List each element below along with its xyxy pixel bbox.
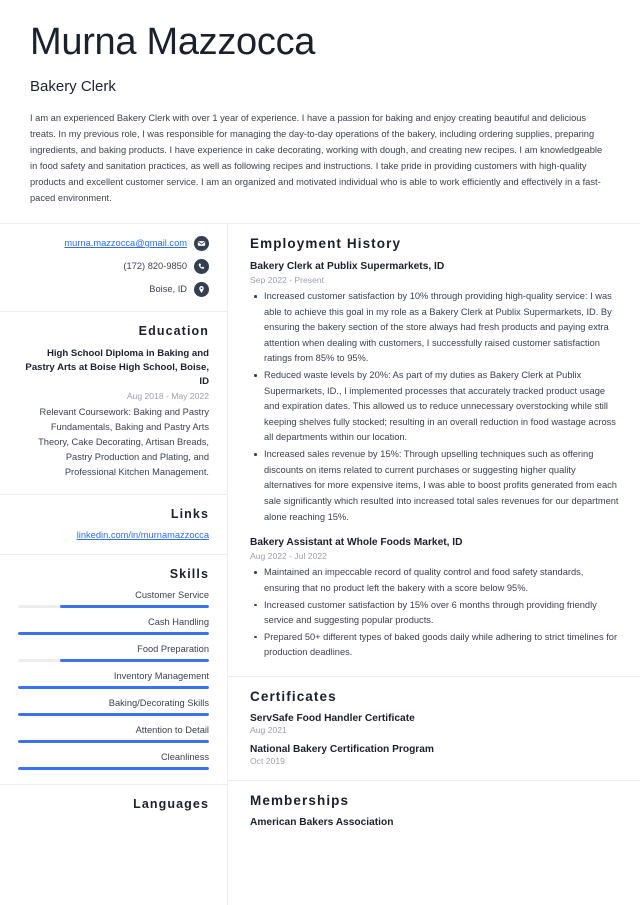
skill-level-fill	[60, 605, 209, 609]
skill-level-bar	[18, 740, 209, 744]
certificate-date: Aug 2021	[250, 725, 287, 736]
link-item-linkedin[interactable]: linkedin.com/in/murnamazzocca	[18, 530, 209, 540]
contact-block: murna.mazzocca@gmail.com (172) 820-9850 …	[0, 224, 227, 312]
languages-block: Languages	[0, 785, 227, 834]
contact-phone-row[interactable]: (172) 820-9850	[18, 258, 209, 274]
skill-label: Cleanliness	[160, 752, 209, 763]
skill-level-bar	[18, 659, 209, 663]
employment-bullet: Increased customer satisfaction by 10% t…	[250, 289, 620, 367]
education-block: Education High School Diploma in Baking …	[0, 312, 227, 496]
links-block: Links linkedin.com/in/murnamazzocca	[0, 495, 227, 556]
skill-label: Inventory Management	[113, 671, 209, 682]
employment-bullet-list: Maintained an impeccable record of quali…	[250, 565, 620, 661]
skill-level-fill	[18, 740, 209, 744]
education-description: Relevant Coursework: Baking and Pastry F…	[38, 406, 209, 478]
main-column: Employment History Bakery Clerk at Publi…	[228, 224, 640, 905]
employment-bullet: Reduced waste levels by 20%: As part of …	[250, 368, 620, 446]
skill-label: Food Preparation	[137, 644, 209, 655]
links-heading: Links	[170, 507, 209, 522]
skill-level-bar	[18, 713, 209, 717]
memberships-heading: Memberships	[250, 793, 350, 809]
resume-header: Murna Mazzocca Bakery Clerk I am an expe…	[0, 0, 640, 224]
certificate-date: Oct 2019	[250, 756, 285, 767]
membership-name: American Bakers Association	[250, 817, 394, 829]
skill-label: Attention to Detail	[135, 725, 209, 736]
contact-location-label: Boise, ID	[149, 284, 187, 295]
employment-entry: Bakery Assistant at Whole Foods Market, …	[250, 536, 620, 661]
contact-email-row[interactable]: murna.mazzocca@gmail.com	[18, 235, 209, 251]
memberships-block: Memberships American Bakers Association	[228, 781, 640, 842]
certificate-name: ServSafe Food Handler Certificate	[250, 713, 415, 725]
skill-item: Baking/Decorating Skills	[18, 698, 209, 717]
employment-entry-title: Bakery Clerk at Publix Supermarkets, ID	[250, 260, 445, 272]
contact-email-label[interactable]: murna.mazzocca@gmail.com	[64, 238, 187, 248]
contact-phone-label: (172) 820-9850	[123, 261, 187, 272]
skills-heading: Skills	[169, 567, 209, 582]
resume-document: Murna Mazzocca Bakery Clerk I am an expe…	[0, 0, 640, 905]
employment-entry: Bakery Clerk at Publix Supermarkets, ID S…	[250, 260, 620, 525]
job-title: Bakery Clerk	[30, 77, 116, 95]
skill-item: Attention to Detail	[18, 725, 209, 744]
employment-bullet-list: Increased customer satisfaction by 10% t…	[250, 289, 620, 525]
education-date: Aug 2018 - May 2022	[126, 390, 209, 401]
education-degree: High School Diploma in Baking and Pastry…	[25, 347, 209, 388]
envelope-icon	[194, 235, 209, 251]
skill-level-fill	[18, 632, 209, 636]
certificates-heading: Certificates	[250, 689, 337, 705]
employment-block: Employment History Bakery Clerk at Publi…	[228, 224, 640, 678]
skill-level-fill	[18, 686, 209, 690]
page-title: Murna Mazzocca	[30, 21, 316, 63]
skill-item: Inventory Management	[18, 671, 209, 690]
certificate-item: ServSafe Food Handler Certificate Aug 202…	[250, 713, 620, 735]
employment-list: Bakery Clerk at Publix Supermarkets, ID S…	[250, 260, 620, 661]
skill-level-fill	[60, 659, 209, 663]
employment-bullet: Maintained an impeccable record of quali…	[250, 565, 620, 596]
certificate-name: National Bakery Certification Program	[250, 744, 434, 756]
contact-location-row: Boise, ID	[18, 281, 209, 297]
certificates-list: ServSafe Food Handler Certificate Aug 202…	[250, 713, 620, 766]
skill-item: Food Preparation	[18, 644, 209, 663]
sidebar: murna.mazzocca@gmail.com (172) 820-9850 …	[0, 223, 228, 905]
certificates-block: Certificates ServSafe Food Handler Certi…	[228, 677, 640, 782]
skills-list: Customer Service Cash Handling Food Prepar…	[18, 590, 209, 771]
employment-bullet: Prepared 50+ different types of baked go…	[250, 630, 620, 661]
employment-entry-date: Sep 2022 - Present	[250, 274, 325, 285]
skill-label: Baking/Decorating Skills	[108, 698, 209, 709]
skill-level-bar	[18, 605, 209, 609]
employment-heading: Employment History	[250, 235, 402, 251]
employment-entry-title: Bakery Assistant at Whole Foods Market, …	[250, 537, 463, 549]
employment-bullet: Increased sales revenue by 15%: Through …	[250, 447, 620, 525]
skill-item: Cleanliness	[18, 752, 209, 771]
employment-bullet: Increased customer satisfaction by 15% o…	[250, 598, 620, 629]
skill-level-bar	[18, 632, 209, 636]
skill-level-fill	[18, 713, 209, 717]
employment-entry-date: Aug 2022 - Jul 2022	[250, 551, 327, 562]
phone-icon	[194, 258, 209, 274]
skill-item: Cash Handling	[18, 617, 209, 636]
resume-body: murna.mazzocca@gmail.com (172) 820-9850 …	[0, 223, 640, 905]
skill-level-fill	[18, 767, 209, 771]
certificate-item: National Bakery Certification Program Oct…	[250, 744, 620, 766]
memberships-list: American Bakers Association	[250, 817, 620, 828]
skill-item: Customer Service	[18, 590, 209, 609]
skill-label: Cash Handling	[148, 617, 209, 628]
skill-label: Customer Service	[135, 590, 209, 601]
education-heading: Education	[138, 323, 209, 338]
map-pin-icon	[194, 281, 209, 297]
skill-level-bar	[18, 686, 209, 690]
languages-heading: Languages	[133, 797, 209, 812]
skills-block: Skills Customer Service Cash Handling Food…	[0, 555, 227, 786]
skill-level-bar	[18, 767, 209, 771]
professional-summary: I am an experienced Bakery Clerk with ov…	[30, 112, 603, 203]
